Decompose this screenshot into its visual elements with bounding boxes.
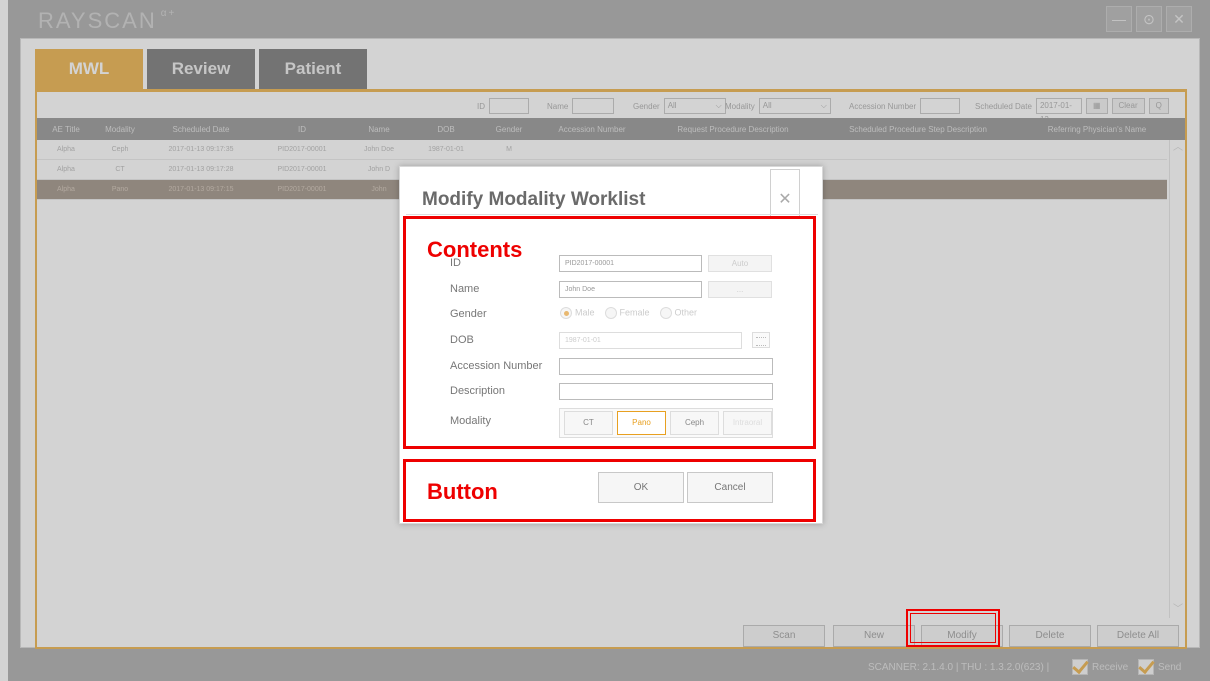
modify-button-highlight [906, 609, 1000, 647]
dialog-title: Modify Modality Worklist [422, 189, 646, 210]
dialog-close-icon[interactable]: ✕ [770, 169, 800, 217]
contents-annotation-label: Contents [427, 237, 523, 262]
button-annotation-label: Button [427, 479, 498, 504]
modify-worklist-dialog: Modify Modality Worklist ✕ ID PID2017-00… [399, 166, 823, 524]
title-divider [406, 214, 818, 215]
